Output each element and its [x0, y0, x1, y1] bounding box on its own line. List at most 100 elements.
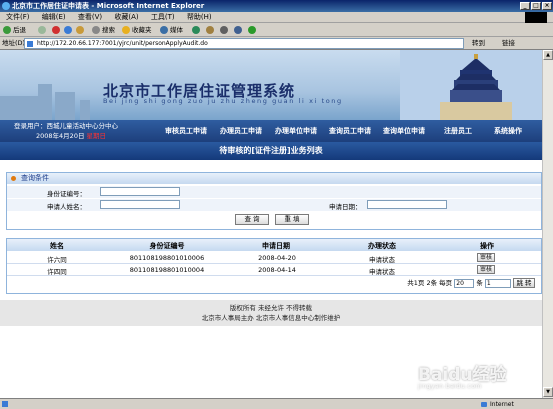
- favorites-star-icon: [122, 26, 130, 34]
- login-user: 登录用户：西城儿童活动中心分中心: [14, 122, 118, 130]
- date-label: 申请日期：: [329, 203, 362, 211]
- temple-of-heaven-image: [400, 50, 542, 120]
- baidu-watermark: Baidu经验 jingyan.baidu.com: [418, 360, 548, 396]
- id-label: 身份证编号：: [47, 190, 86, 198]
- close-button[interactable]: ×: [542, 2, 552, 10]
- nav-query-unit[interactable]: 查询单位申请: [383, 126, 425, 136]
- query-panel: 查询条件 身份证编号： 申请人姓名： 申请日期： 查 询 重 填: [6, 172, 542, 230]
- sponsor: 北京市人事局主办 北京市人事信息中心制作维护: [201, 314, 341, 322]
- messenger-button[interactable]: [248, 23, 258, 37]
- skyline-building: [0, 96, 40, 120]
- applicant-name-input[interactable]: [100, 200, 180, 209]
- print-button[interactable]: [220, 23, 230, 37]
- nav-register-staff[interactable]: 注册员工: [444, 126, 472, 136]
- menu-favorites[interactable]: 收藏(A): [114, 13, 138, 21]
- query-row-id: [7, 186, 541, 198]
- nav-handle-staff[interactable]: 办理员工申请: [220, 126, 262, 136]
- search-button[interactable]: 查 询: [235, 214, 269, 225]
- address-bar: 地址(D) http://172.20.66.177:7001/yjrc/uni…: [0, 37, 553, 50]
- menu-tools[interactable]: 工具(T): [151, 13, 175, 21]
- stop-button[interactable]: [52, 23, 62, 37]
- audit-button[interactable]: 审核: [477, 265, 495, 274]
- nav-system[interactable]: 系统操作: [494, 126, 522, 136]
- scroll-up-icon[interactable]: ▲: [543, 50, 553, 60]
- login-date: 2008年4月20日: [36, 132, 85, 140]
- messenger-icon: [248, 26, 256, 34]
- go-button[interactable]: 转到: [472, 37, 485, 50]
- row-id: 801108198801010006: [129, 254, 205, 262]
- window-title: 北京市工作居住证申请表 - Microsoft Internet Explore…: [12, 2, 205, 10]
- mail-icon: [206, 26, 214, 34]
- copyright: 版权所有 未经允许 不得转载: [229, 304, 313, 312]
- jump-button[interactable]: 跳 转: [513, 278, 535, 288]
- toolbar: 后退 搜索 收藏夹 媒体: [0, 23, 553, 37]
- menu-file[interactable]: 文件(F): [6, 13, 30, 21]
- page-content: 北京市工作居住证管理系统 Bei jing shi gong zuo ju zh…: [0, 50, 542, 398]
- pager-summary: 共1页 2条 每页: [407, 279, 453, 287]
- refresh-button[interactable]: [64, 23, 74, 37]
- menu-view[interactable]: 查看(V): [78, 13, 102, 21]
- media-button[interactable]: 媒体: [160, 23, 183, 37]
- menu-help[interactable]: 帮助(H): [187, 13, 212, 21]
- vertical-scrollbar[interactable]: ▲ ▼: [542, 50, 553, 398]
- forward-arrow-icon: [38, 26, 46, 34]
- id-number-input[interactable]: [100, 187, 180, 196]
- edit-button[interactable]: [234, 23, 244, 37]
- windows-logo-icon: [525, 12, 547, 23]
- watermark-brand: Baidu经验: [418, 365, 507, 385]
- table-header: 姓名 身份证编号 申请日期 办理状态 操作: [7, 239, 541, 251]
- edit-icon: [234, 26, 242, 34]
- login-weekday: 星期日: [86, 132, 107, 140]
- ie-icon: [2, 2, 10, 10]
- list-title: 待审核的[证件注册]业务列表: [0, 142, 542, 160]
- nav-query-staff[interactable]: 查询员工申请: [329, 126, 371, 136]
- address-label: 地址(D): [2, 39, 26, 47]
- history-button[interactable]: [192, 23, 202, 37]
- row-name: 许六同: [47, 256, 67, 264]
- table-row: 许四同 801108198801010004 2008-04-14 申请状态 审…: [7, 264, 541, 276]
- row-status: 申请状态: [369, 256, 395, 264]
- pager: 共1页 2条 每页 20 条 1 跳 转: [407, 277, 535, 288]
- nav-handle-unit[interactable]: 办理单位申请: [275, 126, 317, 136]
- forward-button[interactable]: [38, 23, 48, 37]
- system-subtitle: Bei jing shi gong zuo ju zhu zheng guan …: [103, 97, 343, 105]
- reset-button[interactable]: 重 填: [275, 214, 309, 225]
- query-row-name: [7, 199, 541, 211]
- minimize-button[interactable]: _: [520, 2, 530, 10]
- home-icon: [76, 26, 84, 34]
- search-button[interactable]: 搜索: [92, 23, 115, 37]
- links-button[interactable]: 链接: [502, 37, 515, 50]
- search-icon: [92, 26, 100, 34]
- back-button[interactable]: 后退: [3, 23, 26, 37]
- footer: 版权所有 未经允许 不得转载 北京市人事局主办 北京市人事信息中心制作维护: [0, 300, 542, 326]
- column-date: 申请日期: [262, 242, 290, 250]
- page-number-input[interactable]: 1: [484, 278, 511, 288]
- column-name: 姓名: [50, 242, 64, 250]
- back-arrow-icon: [3, 26, 11, 34]
- skyline-building: [38, 84, 52, 120]
- stop-icon: [52, 26, 60, 34]
- address-input[interactable]: http://172.20.66.177:7001/yjrc/unit/pers…: [24, 38, 464, 49]
- refresh-icon: [64, 26, 72, 34]
- apply-date-input[interactable]: [367, 200, 447, 209]
- menu-edit[interactable]: 编辑(E): [42, 13, 66, 21]
- window-titlebar: 北京市工作居住证申请表 - Microsoft Internet Explore…: [0, 0, 553, 12]
- menu-bar: 文件(F) 编辑(E) 查看(V) 收藏(A) 工具(T) 帮助(H): [0, 12, 553, 23]
- row-id: 801108198801010004: [129, 266, 205, 274]
- audit-button[interactable]: 审核: [477, 253, 495, 262]
- media-icon: [160, 26, 168, 34]
- mail-button[interactable]: [206, 23, 216, 37]
- print-icon: [220, 26, 228, 34]
- nav-audit-staff[interactable]: 审核员工申请: [165, 126, 207, 136]
- results-panel: 姓名 身份证编号 申请日期 办理状态 操作 许六同 80110819880101…: [6, 238, 542, 294]
- skyline-building: [55, 92, 75, 120]
- nav-bar: 登录用户：西城儿童活动中心分中心 2008年4月20日 星期日 审核员工申请 办…: [0, 120, 542, 142]
- column-id: 身份证编号: [149, 242, 185, 250]
- page-status-icon: [2, 401, 8, 407]
- favorites-button[interactable]: 收藏夹: [122, 23, 152, 37]
- page-size-input[interactable]: 20: [454, 278, 475, 288]
- home-button[interactable]: [76, 23, 86, 37]
- maximize-button[interactable]: □: [531, 2, 541, 10]
- row-name: 许四同: [47, 268, 67, 276]
- table-row: 许六同 801108198801010006 2008-04-20 申请状态 审…: [7, 252, 541, 264]
